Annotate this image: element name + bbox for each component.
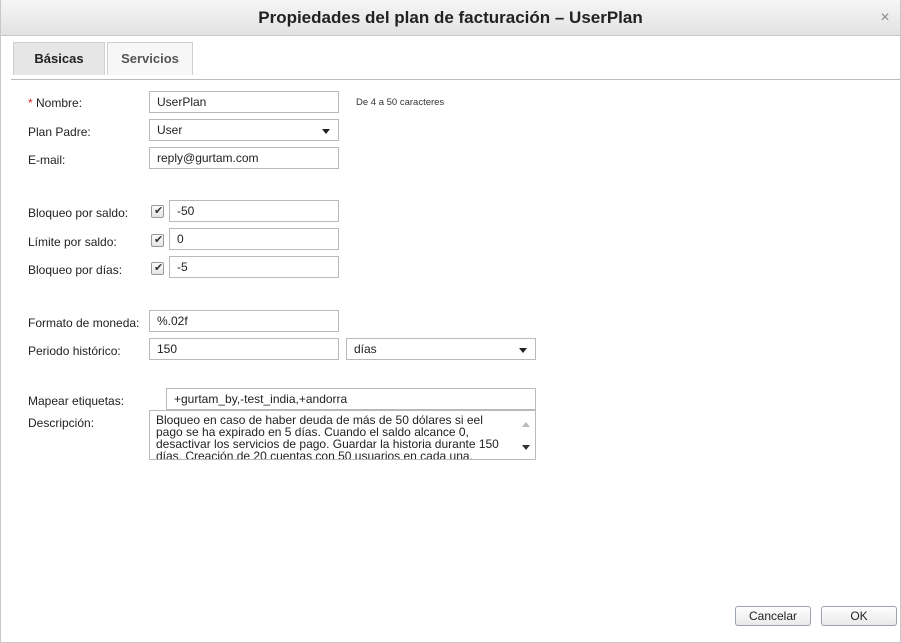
history-period-label: Periodo histórico: — [28, 344, 121, 358]
name-input[interactable]: UserPlan — [149, 91, 339, 113]
limit-balance-checkbox[interactable]: ✔ — [151, 234, 164, 247]
billing-plan-properties-dialog: Propiedades del plan de facturación – Us… — [0, 0, 901, 643]
chevron-down-icon — [322, 129, 330, 134]
currency-format-input[interactable]: %.02f — [149, 310, 339, 332]
block-days-checkbox[interactable]: ✔ — [151, 262, 164, 275]
dialog-title: Propiedades del plan de facturación – Us… — [258, 8, 643, 27]
description-text: Bloqueo en caso de haber deuda de más de… — [156, 413, 499, 460]
chevron-down-icon — [519, 348, 527, 353]
tab-bar: Básicas Servicios — [11, 38, 900, 80]
tab-servicios[interactable]: Servicios — [107, 42, 193, 75]
email-label: E-mail: — [28, 153, 66, 167]
parent-plan-select[interactable]: User — [149, 119, 339, 141]
check-icon: ✔ — [154, 205, 164, 217]
dialog-titlebar: Propiedades del plan de facturación – Us… — [1, 0, 900, 36]
email-input[interactable]: reply@gurtam.com — [149, 147, 339, 169]
description-textarea[interactable]: Bloqueo en caso de haber deuda de más de… — [149, 410, 536, 460]
name-hint: De 4 a 50 caracteres — [356, 97, 445, 108]
history-period-input[interactable]: 150 — [149, 338, 339, 360]
limit-balance-input[interactable]: 0 — [169, 228, 339, 250]
history-period-unit-value: días — [354, 342, 377, 356]
cancel-button[interactable]: Cancelar — [735, 606, 811, 626]
tab-basicas[interactable]: Básicas — [13, 42, 105, 75]
block-balance-input[interactable]: -50 — [169, 200, 339, 222]
block-days-label: Bloqueo por días: — [28, 263, 123, 277]
required-mark: * — [28, 96, 33, 110]
parent-plan-value: User — [157, 123, 183, 137]
parent-plan-label: Plan Padre: — [28, 125, 91, 139]
currency-format-label: Formato de moneda: — [28, 316, 140, 330]
scroll-up-icon[interactable] — [522, 422, 530, 427]
block-days-input[interactable]: -5 — [169, 256, 339, 278]
scroll-down-icon[interactable] — [522, 445, 530, 450]
map-tags-input[interactable]: +gurtam_by,-test_india,+andorra — [166, 388, 536, 410]
check-icon: ✔ — [154, 262, 164, 274]
name-label: * Nombre: — [28, 96, 82, 110]
map-tags-label: Mapear etiquetas: — [28, 394, 125, 408]
close-icon[interactable]: × — [876, 9, 894, 27]
ok-button[interactable]: OK — [821, 606, 897, 626]
block-balance-checkbox[interactable]: ✔ — [151, 205, 164, 218]
history-period-unit-select[interactable]: días — [346, 338, 536, 360]
check-icon: ✔ — [154, 234, 164, 246]
limit-balance-label: Límite por saldo: — [28, 235, 117, 249]
description-scrollbar[interactable] — [517, 411, 535, 459]
name-label-text: Nombre: — [36, 96, 83, 110]
block-balance-label: Bloqueo por saldo: — [28, 206, 129, 220]
description-label: Descripción: — [28, 416, 95, 430]
